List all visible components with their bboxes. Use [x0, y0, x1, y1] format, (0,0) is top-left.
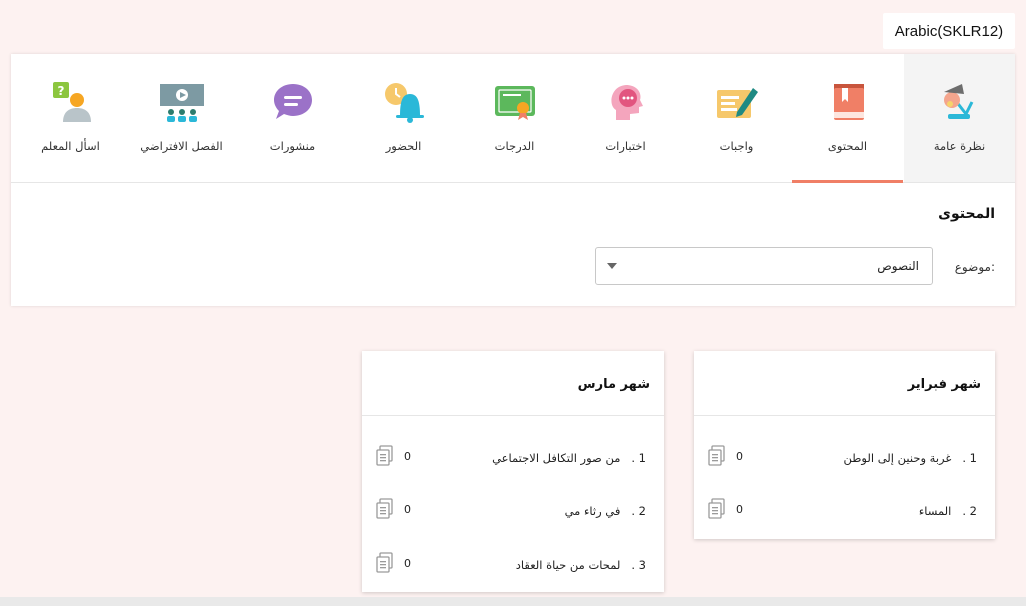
assignment-pen-icon: [716, 88, 758, 118]
tab-content[interactable]: المحتوى: [792, 54, 903, 183]
document-icon[interactable]: [376, 445, 394, 467]
card-title: شهر فبراير: [907, 377, 981, 392]
tab-virtual-class[interactable]: الفصل الافتراضي: [126, 54, 237, 182]
book-icon: [833, 84, 864, 120]
card-header: شهر فبراير: [694, 351, 995, 416]
item-count: 0: [404, 450, 411, 463]
topic-select[interactable]: النصوص: [595, 247, 933, 285]
tab-attendance[interactable]: الحضور: [348, 54, 459, 182]
tab-label: الدرجات: [494, 139, 535, 153]
tab-label: اختبارات: [605, 139, 646, 153]
item-count: 0: [404, 503, 411, 516]
active-tab-indicator: [792, 180, 903, 183]
document-icon[interactable]: [376, 552, 394, 574]
ask-teacher-icon: ?: [52, 82, 91, 122]
item-count: 0: [736, 503, 743, 516]
tab-grades[interactable]: الدرجات: [459, 54, 570, 182]
document-icon[interactable]: [708, 498, 726, 520]
tab-label: المحتوى: [827, 139, 868, 153]
tab-label: منشورات: [269, 139, 316, 153]
virtual-class-icon: [159, 84, 204, 122]
card-header: شهر مارس: [362, 351, 664, 416]
svg-text:?: ?: [57, 84, 64, 98]
section-title: المحتوى: [938, 206, 995, 222]
tab-label: الفصل الافتراضي: [140, 139, 223, 153]
topic-label: موضوع:: [954, 260, 995, 274]
tab-quizzes[interactable]: اختبارات: [570, 54, 681, 182]
list-item[interactable]: 2 . في رثاء مي 0: [362, 492, 664, 532]
month-card-march: شهر مارس 1 . من صور التكافل الاجتماعي 0 …: [362, 351, 664, 592]
month-card-february: شهر فبراير 1 . غربة وحنين إلى الوطن 0 2 …: [694, 351, 995, 539]
topic-select-value: النصوص: [877, 259, 919, 273]
speech-bubble-icon: [273, 84, 312, 119]
item-title: 1 . غربة وحنين إلى الوطن: [843, 451, 978, 465]
tab-label: اسأل المعلم: [41, 139, 100, 153]
tab-label: الحضور: [385, 139, 422, 153]
document-icon[interactable]: [708, 445, 726, 467]
certificate-icon: [494, 86, 535, 120]
item-count: 0: [404, 557, 411, 570]
card-title: شهر مارس: [577, 377, 650, 392]
list-item[interactable]: 2 . المساء 0: [694, 492, 995, 532]
tab-label: واجبات: [719, 139, 754, 153]
course-name-badge: Arabic(SKLR12): [883, 13, 1015, 49]
tab-ask-teacher[interactable]: ? اسأل المعلم: [15, 54, 126, 182]
horizontal-scrollbar[interactable]: [0, 597, 1026, 606]
document-icon[interactable]: [376, 498, 394, 520]
item-title: 1 . من صور التكافل الاجتماعي: [492, 451, 646, 465]
lamp-icon: [943, 84, 973, 119]
list-item[interactable]: 3 . لمحات من حياة العقاد 0: [362, 546, 664, 586]
item-title: 2 . في رثاء مي: [564, 504, 646, 518]
course-panel: نظرة عامة المحتوى واجبات اختبارات الدرجا…: [11, 54, 1015, 306]
tab-label: نظرة عامة: [933, 139, 986, 153]
list-item[interactable]: 1 . من صور التكافل الاجتماعي 0: [362, 439, 664, 479]
item-count: 0: [736, 450, 743, 463]
chevron-down-icon: [607, 263, 617, 269]
attendance-bell-icon: [384, 83, 424, 123]
tab-assignments[interactable]: واجبات: [681, 54, 792, 182]
item-title: 2 . المساء: [918, 504, 977, 518]
quiz-head-icon: [610, 85, 643, 120]
tab-posts[interactable]: منشورات: [237, 54, 348, 182]
tab-overview[interactable]: نظرة عامة: [904, 54, 1015, 182]
course-tabs: نظرة عامة المحتوى واجبات اختبارات الدرجا…: [11, 54, 1015, 183]
item-title: 3 . لمحات من حياة العقاد: [515, 558, 646, 572]
list-item[interactable]: 1 . غربة وحنين إلى الوطن 0: [694, 439, 995, 479]
